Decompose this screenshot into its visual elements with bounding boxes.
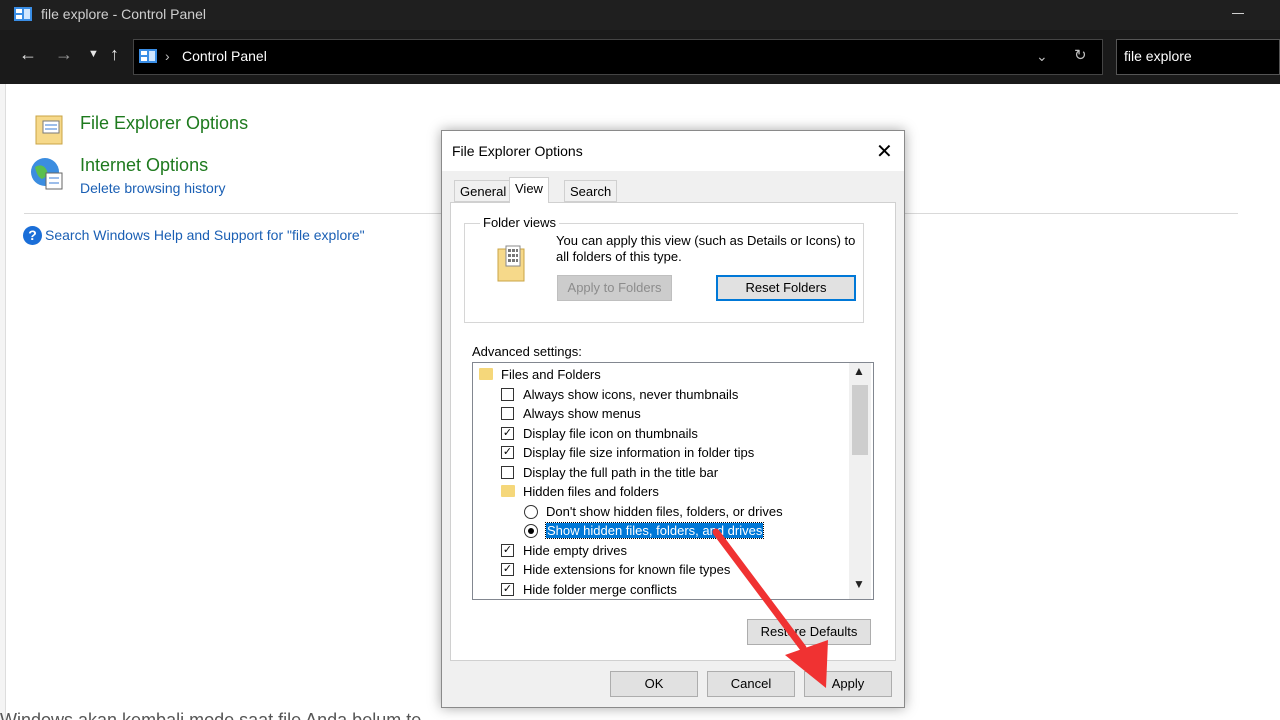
settings-option[interactable]: ✓ Hide empty drives [473, 541, 849, 561]
internet-options-link[interactable]: Internet Options [80, 155, 208, 176]
settings-option-label: Display the full path in the title bar [523, 464, 719, 480]
folder-views-legend: Folder views [480, 215, 559, 230]
file-explorer-options-dialog: File Explorer Options ✕ General View Sea… [441, 130, 905, 708]
search-input[interactable]: file explore [1116, 39, 1280, 75]
advanced-settings-list[interactable]: Files and Folders Always show icons, neve… [472, 362, 874, 600]
tab-general[interactable]: General [454, 180, 513, 202]
settings-option[interactable]: Don't show hidden files, folders, or dri… [473, 502, 849, 522]
checkbox-checked[interactable]: ✓ [501, 446, 514, 459]
settings-option-label: Hide folder merge conflicts [523, 581, 677, 597]
settings-option-label: Files and Folders [501, 367, 601, 382]
settings-option-label: Show hidden files, folders, and drives [544, 522, 765, 539]
restore-defaults-button[interactable]: Restore Defaults [747, 619, 871, 645]
settings-option-label: Display file icon on thumbnails [523, 425, 698, 441]
window-title: file explore - Control Panel [41, 6, 206, 22]
apply-button[interactable]: Apply [804, 671, 892, 697]
settings-option-label: Display file size information in folder … [523, 445, 755, 460]
settings-option[interactable]: Display the full path in the title bar [473, 463, 849, 483]
delete-browsing-history-link[interactable]: Delete browsing history [80, 180, 226, 196]
checkbox-checked[interactable]: ✓ [501, 563, 514, 576]
tab-search[interactable]: Search [564, 180, 618, 202]
tab-view[interactable]: View [509, 177, 549, 203]
settings-option[interactable]: Always show icons, never thumbnails [473, 385, 849, 405]
address-bar[interactable]: › Control Panel ⌄ [133, 39, 1103, 75]
folder-icon [479, 368, 493, 380]
folder-icon [501, 485, 515, 497]
apply-to-folders-button[interactable]: Apply to Folders [557, 275, 672, 301]
help-icon: ? [23, 226, 42, 245]
settings-option[interactable]: Show hidden files, folders, and drives [473, 521, 849, 541]
settings-option-label: Hidden files and folders [523, 484, 659, 499]
file-explorer-options-link[interactable]: File Explorer Options [80, 113, 248, 134]
windows-help-search-link[interactable]: Search Windows Help and Support for "fil… [45, 227, 365, 243]
radio-unselected[interactable] [524, 504, 538, 519]
arrow-up-icon[interactable]: ↑ [110, 44, 119, 65]
arrow-right-icon[interactable]: → [55, 44, 73, 65]
settings-group-header: Files and Folders [473, 365, 849, 385]
folder-options-icon [35, 115, 63, 145]
control-panel-icon [139, 49, 157, 63]
settings-option[interactable]: Always show menus [473, 404, 849, 424]
scrollbar-thumb[interactable] [852, 385, 868, 455]
arrow-left-icon[interactable]: ← [19, 44, 37, 65]
settings-option[interactable]: ✓ Display file icon on thumbnails [473, 424, 849, 444]
control-panel-icon [14, 7, 32, 21]
advanced-settings-label: Advanced settings: [472, 344, 582, 359]
checkbox-unchecked[interactable] [501, 407, 514, 420]
left-edge [0, 84, 6, 720]
minimize-button[interactable] [1232, 13, 1244, 14]
reset-folders-button[interactable]: Reset Folders [716, 275, 856, 301]
radio-selected[interactable] [524, 524, 538, 538]
settings-option-label: Always show menus [523, 406, 641, 421]
settings-option[interactable]: ✓ Hide folder merge conflicts [473, 580, 849, 600]
checkbox-unchecked[interactable] [501, 387, 514, 401]
window-titlebar: file explore - Control Panel [0, 0, 1280, 30]
checkbox-checked[interactable]: ✓ [501, 543, 514, 557]
vertical-scrollbar[interactable]: ▲ ▼ [849, 363, 871, 599]
breadcrumb-control-panel[interactable]: Control Panel [182, 48, 267, 64]
settings-option[interactable]: ✓ Hide extensions for known file types [473, 560, 849, 580]
search-value: file explore [1124, 48, 1192, 64]
settings-option-label: Hide empty drives [523, 542, 628, 558]
close-icon[interactable]: ✕ [876, 139, 893, 164]
ok-button[interactable]: OK [610, 671, 698, 697]
settings-option-label: Hide extensions for known file types [523, 562, 731, 577]
dialog-title: File Explorer Options [452, 143, 583, 159]
settings-option-label: Don't show hidden files, folders, or dri… [546, 503, 783, 519]
scroll-down-icon[interactable]: ▼ [853, 577, 865, 591]
settings-option-label: Always show icons, never thumbnails [523, 386, 739, 402]
folder-views-description: You can apply this view (such as Details… [556, 233, 856, 264]
scroll-up-icon[interactable]: ▲ [853, 364, 865, 378]
address-dropdown-icon[interactable]: ⌄ [1036, 48, 1048, 65]
cancel-button[interactable]: Cancel [707, 671, 795, 697]
refresh-icon[interactable]: ↻ [1074, 46, 1087, 64]
chevron-down-icon[interactable]: ▼ [88, 48, 99, 60]
internet-options-icon [31, 158, 63, 190]
settings-option[interactable]: ✓ Display file size information in folder… [473, 443, 849, 463]
checkbox-unchecked[interactable] [501, 465, 514, 479]
checkbox-checked[interactable]: ✓ [501, 582, 514, 596]
folder-view-icon [497, 245, 525, 282]
settings-group-header: Hidden files and folders [473, 482, 849, 502]
checkbox-checked[interactable]: ✓ [501, 426, 514, 440]
breadcrumb-separator: › [165, 48, 170, 64]
